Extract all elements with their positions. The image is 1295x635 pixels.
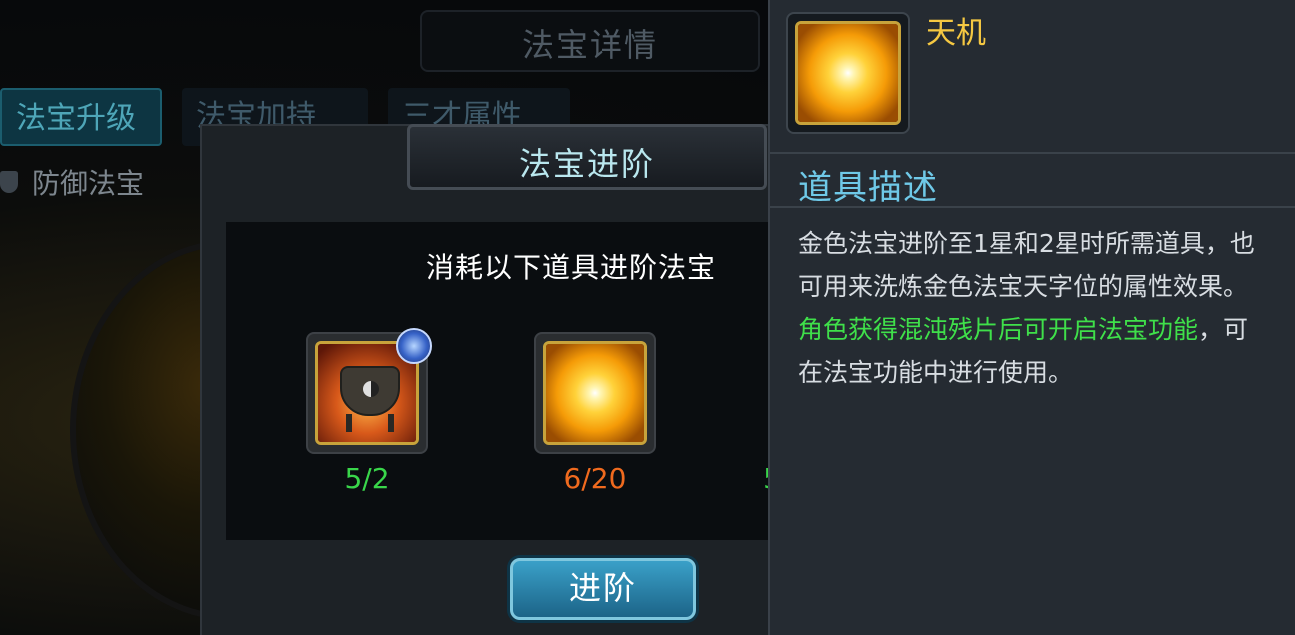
description-text: 金色法宝进阶至1星和2星时所需道具，也可用来洗炼金色法宝天字位的属性效果。 <box>798 229 1255 301</box>
dialog-title: 法宝进阶 <box>518 145 655 183</box>
material-count-sun-orb: 6/20 <box>563 462 627 495</box>
item-name: 天机 <box>926 16 986 51</box>
description-heading: 道具描述 <box>798 168 938 208</box>
sun-orb-icon <box>543 341 647 445</box>
sun-orb-icon <box>795 21 901 125</box>
dialog-header: 法宝进阶 <box>407 124 767 190</box>
item-tooltip: 天机 道具描述 金色法宝进阶至1星和2星时所需道具，也可用来洗炼金色法宝天字位的… <box>768 0 1295 635</box>
spirit-orb-badge-icon <box>396 328 432 364</box>
divider <box>770 152 1295 154</box>
tab-upgrade[interactable]: 法宝升级 <box>0 88 162 146</box>
treasure-type-label: 防御法宝 <box>32 167 145 200</box>
consume-instruction: 消耗以下道具进阶法宝 <box>426 251 717 284</box>
shield-icon <box>0 171 18 193</box>
material-slot-cauldron[interactable] <box>306 328 432 454</box>
divider <box>770 206 1295 208</box>
treasure-type: 防御法宝 <box>0 160 144 204</box>
materials-panel: 消耗以下道具进阶法宝 5/2 6/20 5 <box>226 222 802 540</box>
material-slot-sun-orb[interactable] <box>534 332 656 454</box>
advance-button[interactable]: 进阶 <box>510 558 696 620</box>
description-highlight: 角色获得混沌残片后可开启法宝功能 <box>798 315 1199 344</box>
material-count-cauldron: 5/2 <box>344 462 390 495</box>
item-description: 金色法宝进阶至1星和2星时所需道具，也可用来洗炼金色法宝天字位的属性效果。角色获… <box>798 222 1263 394</box>
advance-dialog: 法宝进阶 消耗以下道具进阶法宝 5/2 6/20 5 进阶 <box>200 124 802 635</box>
page-title: 法宝详情 <box>521 26 658 64</box>
tooltip-item-slot <box>786 12 910 134</box>
